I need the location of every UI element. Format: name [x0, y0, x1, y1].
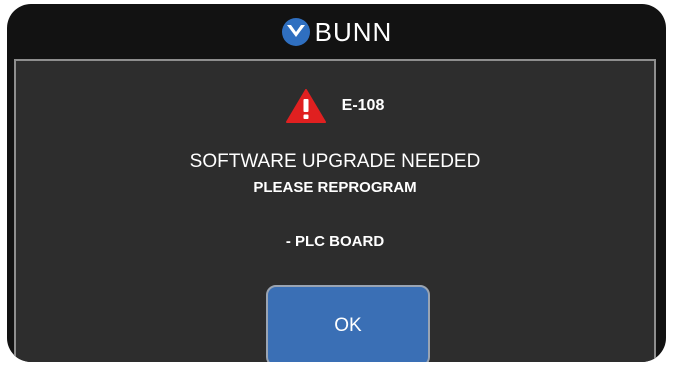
ok-button[interactable]: OK: [266, 285, 430, 362]
bunn-logo-icon: [281, 18, 310, 46]
header-bar: BUNN: [7, 4, 666, 60]
warning-triangle-icon: [285, 89, 326, 123]
error-subtitle: PLEASE REPROGRAM: [253, 179, 417, 196]
brand-name: BUNN: [314, 17, 393, 47]
affected-component: - PLC BOARD: [285, 233, 385, 250]
error-dialog: E-108 SOFTWARE UPGRADE NEEDED PLEASE REP…: [14, 59, 656, 362]
error-title: SOFTWARE UPGRADE NEEDED: [189, 151, 481, 172]
brand-logo: BUNN: [281, 17, 393, 47]
error-code: E-108: [341, 97, 385, 114]
error-header: E-108: [16, 89, 654, 123]
device-screen: BUNN E-108 SOFTWARE UPGRADE NEEDED PLEAS…: [7, 4, 666, 362]
